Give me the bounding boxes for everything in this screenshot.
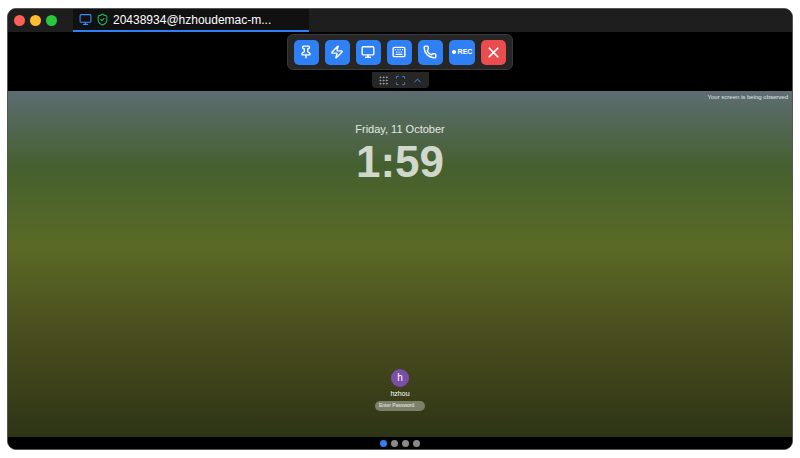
observed-notice: Your screen is being observed — [708, 93, 789, 102]
title-bar: 20438934@hzhoudemac-m... — [8, 9, 792, 32]
page-dot[interactable] — [391, 440, 398, 447]
lock-date: Friday, 11 October — [355, 121, 444, 138]
shield-icon — [96, 13, 109, 26]
page-dot[interactable] — [413, 440, 420, 447]
record-label: REC — [458, 47, 473, 58]
page-dot[interactable] — [380, 440, 387, 447]
session-tab[interactable]: 20438934@hzhoudemac-m... — [73, 9, 309, 32]
page-indicator — [8, 437, 792, 449]
keyboard-button[interactable] — [387, 40, 412, 65]
remote-window: 20438934@hzhoudemac-m... REC Your screen i… — [7, 8, 793, 450]
lock-time: 1:59 — [356, 138, 444, 186]
window-title: 20438934@hzhoudemac-m... — [113, 11, 271, 29]
keyboard-icon — [392, 45, 406, 59]
collapse-icon[interactable] — [412, 75, 423, 86]
record-dot-icon — [452, 50, 456, 54]
move-icon[interactable] — [378, 75, 389, 86]
minimize-light[interactable] — [30, 15, 41, 26]
pin-icon — [299, 45, 313, 59]
traffic-lights — [14, 15, 57, 26]
page-dot[interactable] — [402, 440, 409, 447]
call-button[interactable] — [418, 40, 443, 65]
zoom-light[interactable] — [46, 15, 57, 26]
record-button[interactable]: REC — [449, 40, 476, 65]
fullscreen-icon[interactable] — [395, 75, 406, 86]
password-field[interactable]: Enter Password — [375, 401, 425, 411]
remote-screen[interactable]: Your screen is being observed Friday, 11 … — [8, 91, 792, 437]
toolbar-handle[interactable] — [372, 72, 429, 88]
user-avatar[interactable]: h — [391, 369, 409, 387]
toolbar: REC — [287, 34, 514, 70]
display-button[interactable] — [356, 40, 381, 65]
action-icon — [330, 45, 344, 59]
close-icon — [485, 44, 502, 61]
page: 20438934@hzhoudemac-m... REC Your screen i… — [0, 0, 800, 458]
call-icon — [423, 45, 437, 59]
toolbar-area: REC — [8, 32, 792, 91]
close-button[interactable] — [481, 40, 506, 65]
pin-button[interactable] — [294, 40, 319, 65]
monitor-icon — [79, 13, 92, 26]
action-button[interactable] — [325, 40, 350, 65]
user-name: hzhou — [390, 389, 409, 400]
close-light[interactable] — [14, 15, 25, 26]
display-icon — [361, 45, 375, 59]
